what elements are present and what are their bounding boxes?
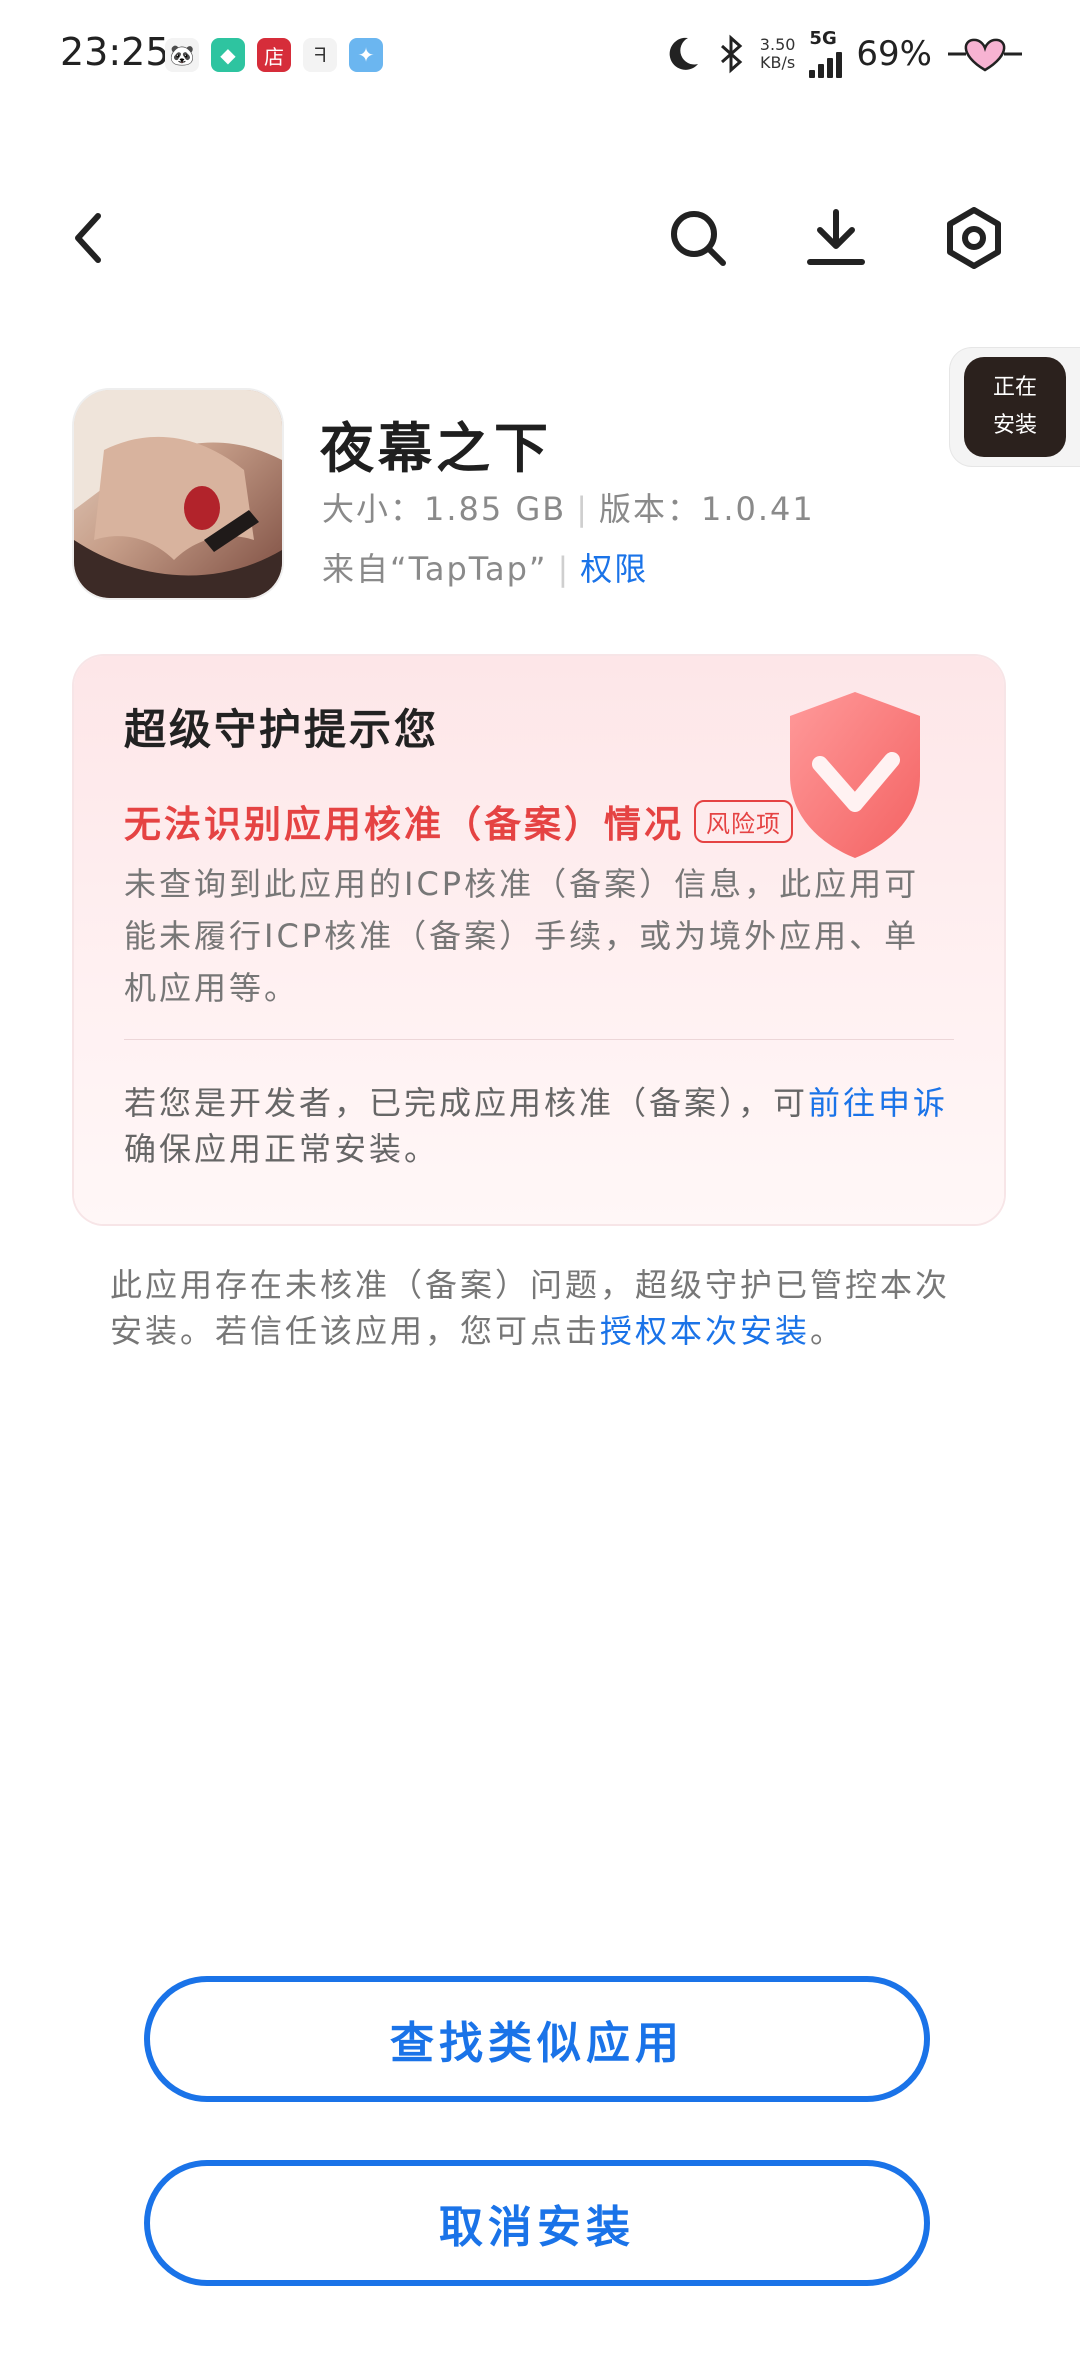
shield-app-icon: ◆ xyxy=(211,38,245,72)
search-icon xyxy=(671,211,726,266)
developer-text-prefix: 若您是开发者，已完成应用核准（备案），可 xyxy=(124,1084,809,1122)
permissions-link[interactable]: 权限 xyxy=(580,550,648,588)
developer-text-suffix: 确保应用正常安装。 xyxy=(124,1130,440,1168)
app-name: 夜幕之下 xyxy=(320,416,552,480)
store-app-icon: 店 xyxy=(257,38,291,72)
app-icon xyxy=(74,390,282,598)
installing-line2: 安装 xyxy=(992,413,1037,438)
separator: | xyxy=(576,490,589,528)
back-button[interactable] xyxy=(52,202,124,274)
risk-title-text: 无法识别应用核准（备案）情况 xyxy=(124,802,684,846)
app-size-version: 大小：1.85 GB | 版本：1.0.41 xyxy=(322,484,815,530)
net-speed-value: 3.50 xyxy=(759,35,796,54)
notice-text-suffix: 。 xyxy=(810,1312,846,1350)
installing-badge[interactable]: 正在 安装 xyxy=(950,348,1080,466)
moon-icon xyxy=(669,37,698,70)
divider xyxy=(124,1039,954,1040)
separator: | xyxy=(557,550,571,588)
net-speed: 3.50 KB/s xyxy=(760,36,796,72)
signal-bars-icon xyxy=(809,48,843,78)
heart-battery-icon xyxy=(948,38,1022,72)
download-icon xyxy=(807,209,865,265)
network-type: 5G xyxy=(809,28,837,49)
size-value: 1.85 GB xyxy=(424,490,567,528)
cancel-install-button[interactable]: 取消安装 xyxy=(144,2160,930,2286)
bluetooth-icon xyxy=(720,34,743,74)
shield-check-icon xyxy=(790,692,920,858)
risk-description: 未查询到此应用的ICP核准（备案）信息，此应用可能未履行ICP核准（备案）手续，… xyxy=(124,865,920,1007)
version-label: 版本： xyxy=(598,490,701,528)
status-right: 3.50 KB/s 5G 69% xyxy=(662,30,1024,78)
download-button[interactable] xyxy=(800,202,872,274)
version-value: 1.0.41 xyxy=(700,490,815,528)
link-app-icon: ᖷ xyxy=(303,38,337,72)
size-label: 大小： xyxy=(322,490,425,528)
panda-app-icon: 🐼 xyxy=(165,38,199,72)
signal: 5G xyxy=(809,28,843,78)
install-notice: 此应用存在未核准（备案）问题，超级守护已管控本次安装。若信任该应用，您可点击授权… xyxy=(110,1262,970,1354)
net-speed-unit: KB/s xyxy=(760,53,796,72)
appeal-link[interactable]: 前往申诉 xyxy=(808,1084,948,1122)
find-similar-button[interactable]: 查找类似应用 xyxy=(144,1976,930,2102)
app-source-row: 来自“TapTap” | 权限 xyxy=(322,544,648,590)
card-title: 超级守护提示您 xyxy=(124,705,440,754)
app-artwork-icon xyxy=(74,390,282,598)
settings-button[interactable] xyxy=(938,202,1010,274)
risk-tag: 风险项 xyxy=(694,799,793,843)
game-app-icon: ✦ xyxy=(349,38,383,72)
installing-badge-label: 正在 安装 xyxy=(964,357,1066,457)
settings-icon xyxy=(947,207,1001,269)
search-button[interactable] xyxy=(662,202,734,274)
developer-note: 若您是开发者，已完成应用核准（备案），可前往申诉确保应用正常安装。 xyxy=(124,1080,954,1172)
status-time: 23:25 xyxy=(60,30,170,74)
risk-title: 无法识别应用核准（备案）情况 风险项 xyxy=(124,794,793,848)
battery-percent: 69% xyxy=(856,34,932,74)
notification-icons: 🐼 ◆ 店 ᖷ ✦ xyxy=(165,38,383,72)
warning-card: 超级守护提示您 无法识别应用核准（备案）情况 风险项 未查询到此应用的ICP核准… xyxy=(74,656,1004,1224)
installing-line1: 正在 xyxy=(992,375,1037,400)
chevron-left-icon xyxy=(75,213,101,263)
source-label: 来自“TapTap” xyxy=(322,550,548,588)
authorize-install-link[interactable]: 授权本次安装 xyxy=(600,1312,810,1350)
